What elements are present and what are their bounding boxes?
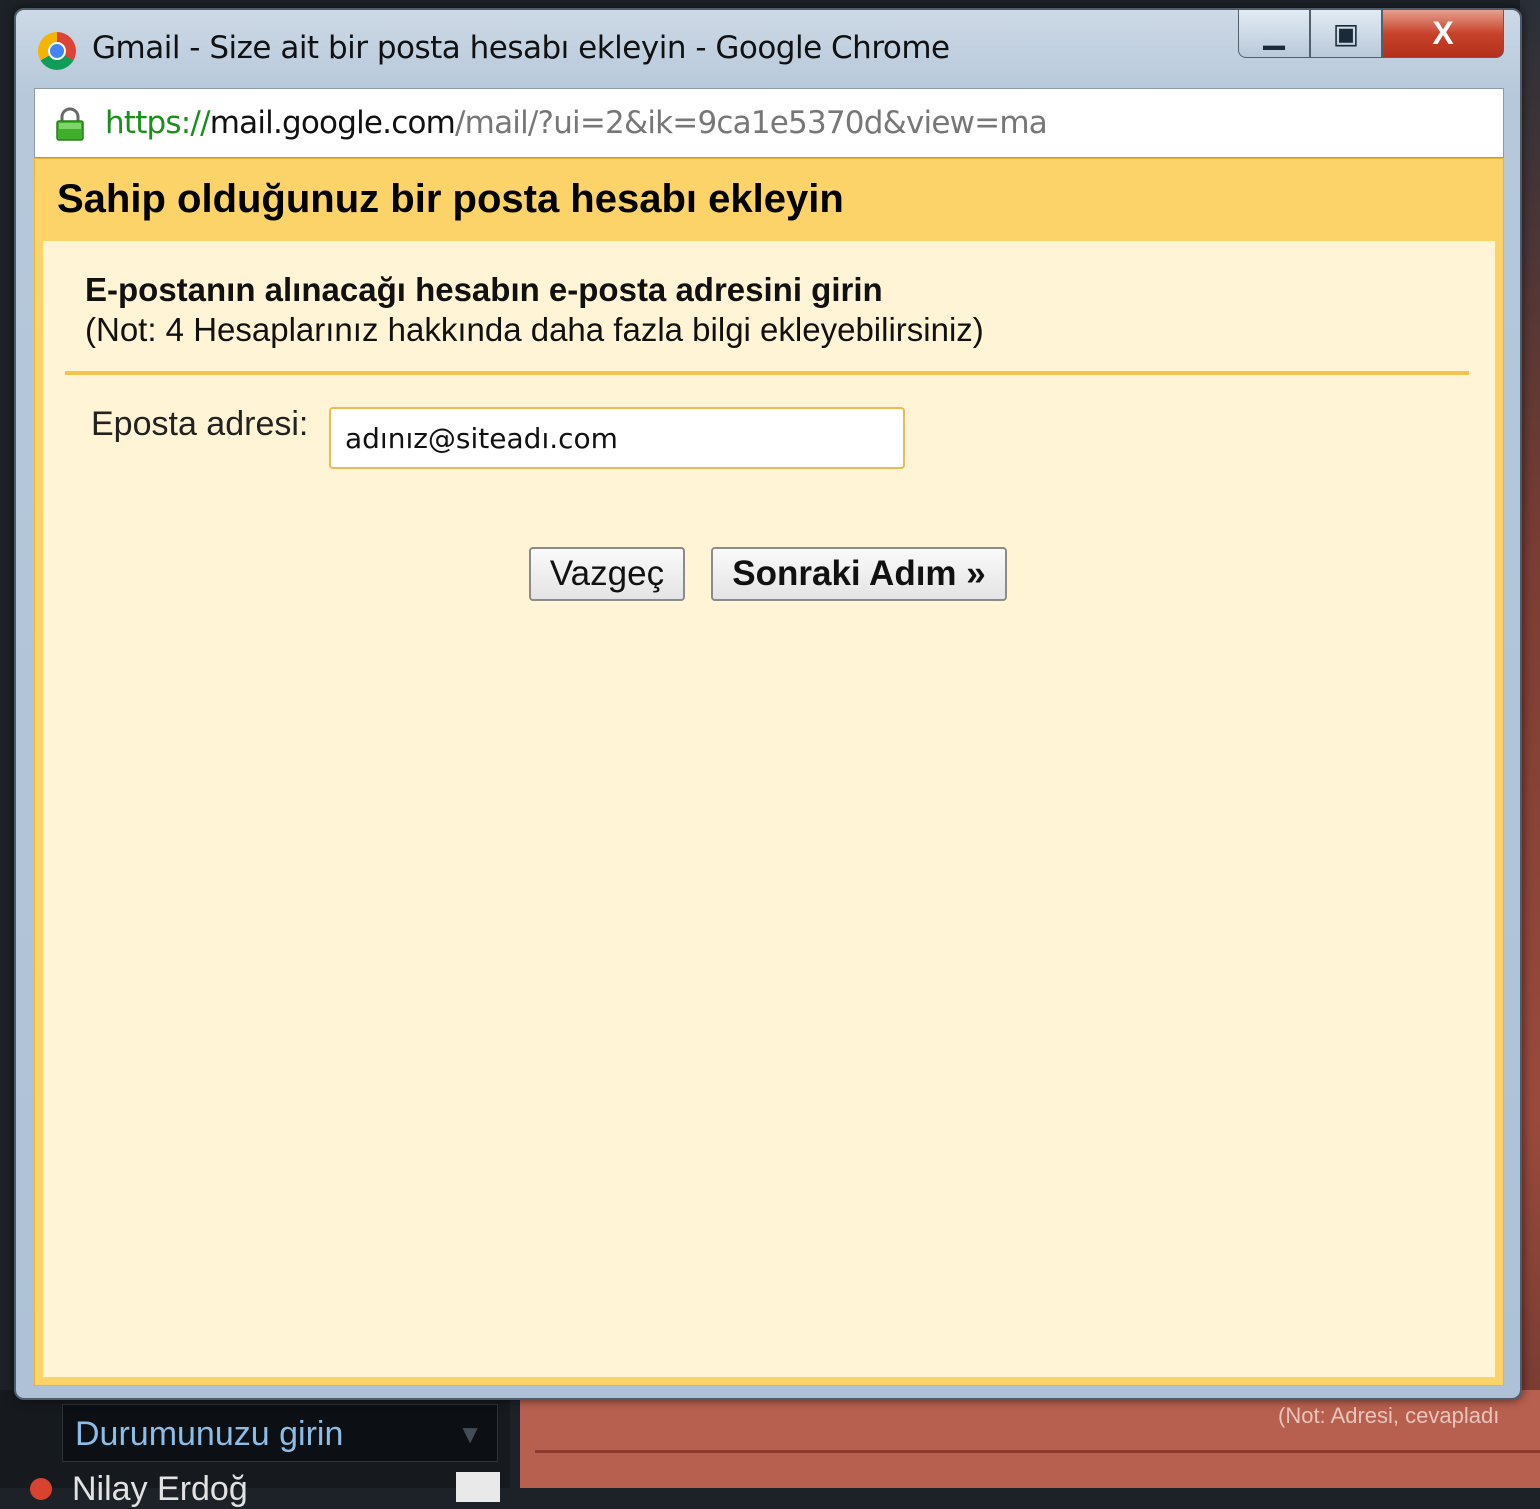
next-step-button[interactable]: Sonraki Adım » — [711, 547, 1007, 601]
section-divider — [65, 371, 1469, 375]
email-field[interactable] — [329, 407, 905, 469]
close-button[interactable]: X — [1382, 10, 1504, 58]
chrome-popup-window: Gmail - Size ait bir posta hesabı ekleyi… — [14, 8, 1522, 1400]
dialog-title: Sahip olduğunuz bir posta hesabı ekleyin — [57, 177, 844, 221]
window-controls: ▁ ▣ X — [1238, 10, 1504, 60]
dialog-body: E-postanın alınacağı hesabın e-posta adr… — [43, 241, 1495, 1377]
background-note: (Not: Adresi, cevapladı — [1278, 1403, 1500, 1428]
window-title: Gmail - Size ait bir posta hesabı ekleyi… — [92, 30, 950, 66]
url-path: /mail/?ui=2&ik=9ca1e5370d&view=ma — [455, 105, 1048, 141]
background-page-strip — [1520, 0, 1540, 1390]
url-text[interactable]: https://mail.google.com/mail/?ui=2&ik=9c… — [105, 105, 1048, 141]
add-account-dialog: Sahip olduğunuz bir posta hesabı ekleyin… — [34, 158, 1504, 1386]
dropdown-arrow-icon[interactable]: ▼ — [457, 1419, 483, 1450]
address-bar[interactable]: https://mail.google.com/mail/?ui=2&ik=9c… — [34, 88, 1504, 158]
title-bar[interactable]: Gmail - Size ait bir posta hesabı ekleyi… — [16, 10, 1520, 90]
status-placeholder: Durumunuzu girin — [75, 1415, 344, 1453]
instruction-heading: E-postanın alınacağı hesabın e-posta adr… — [85, 271, 883, 308]
instruction-note: (Not: 4 Hesaplarınız hakkında daha fazla… — [85, 311, 984, 348]
background-divider — [535, 1450, 1540, 1453]
contact-name[interactable]: Nilay Erdoğ — [72, 1470, 248, 1509]
status-input[interactable]: Durumunuzu girin ▼ — [62, 1404, 498, 1462]
contact-status-icon — [30, 1478, 52, 1500]
minimize-button[interactable]: ▁ — [1238, 10, 1310, 58]
maximize-button[interactable]: ▣ — [1310, 10, 1382, 58]
chrome-icon — [38, 32, 76, 70]
url-host: mail.google.com — [209, 105, 456, 141]
email-label: Eposta adresi: — [91, 405, 309, 443]
url-scheme: https:// — [105, 105, 211, 141]
lock-icon — [56, 107, 84, 141]
cancel-button[interactable]: Vazgeç — [529, 547, 685, 601]
contact-action[interactable] — [456, 1472, 500, 1502]
